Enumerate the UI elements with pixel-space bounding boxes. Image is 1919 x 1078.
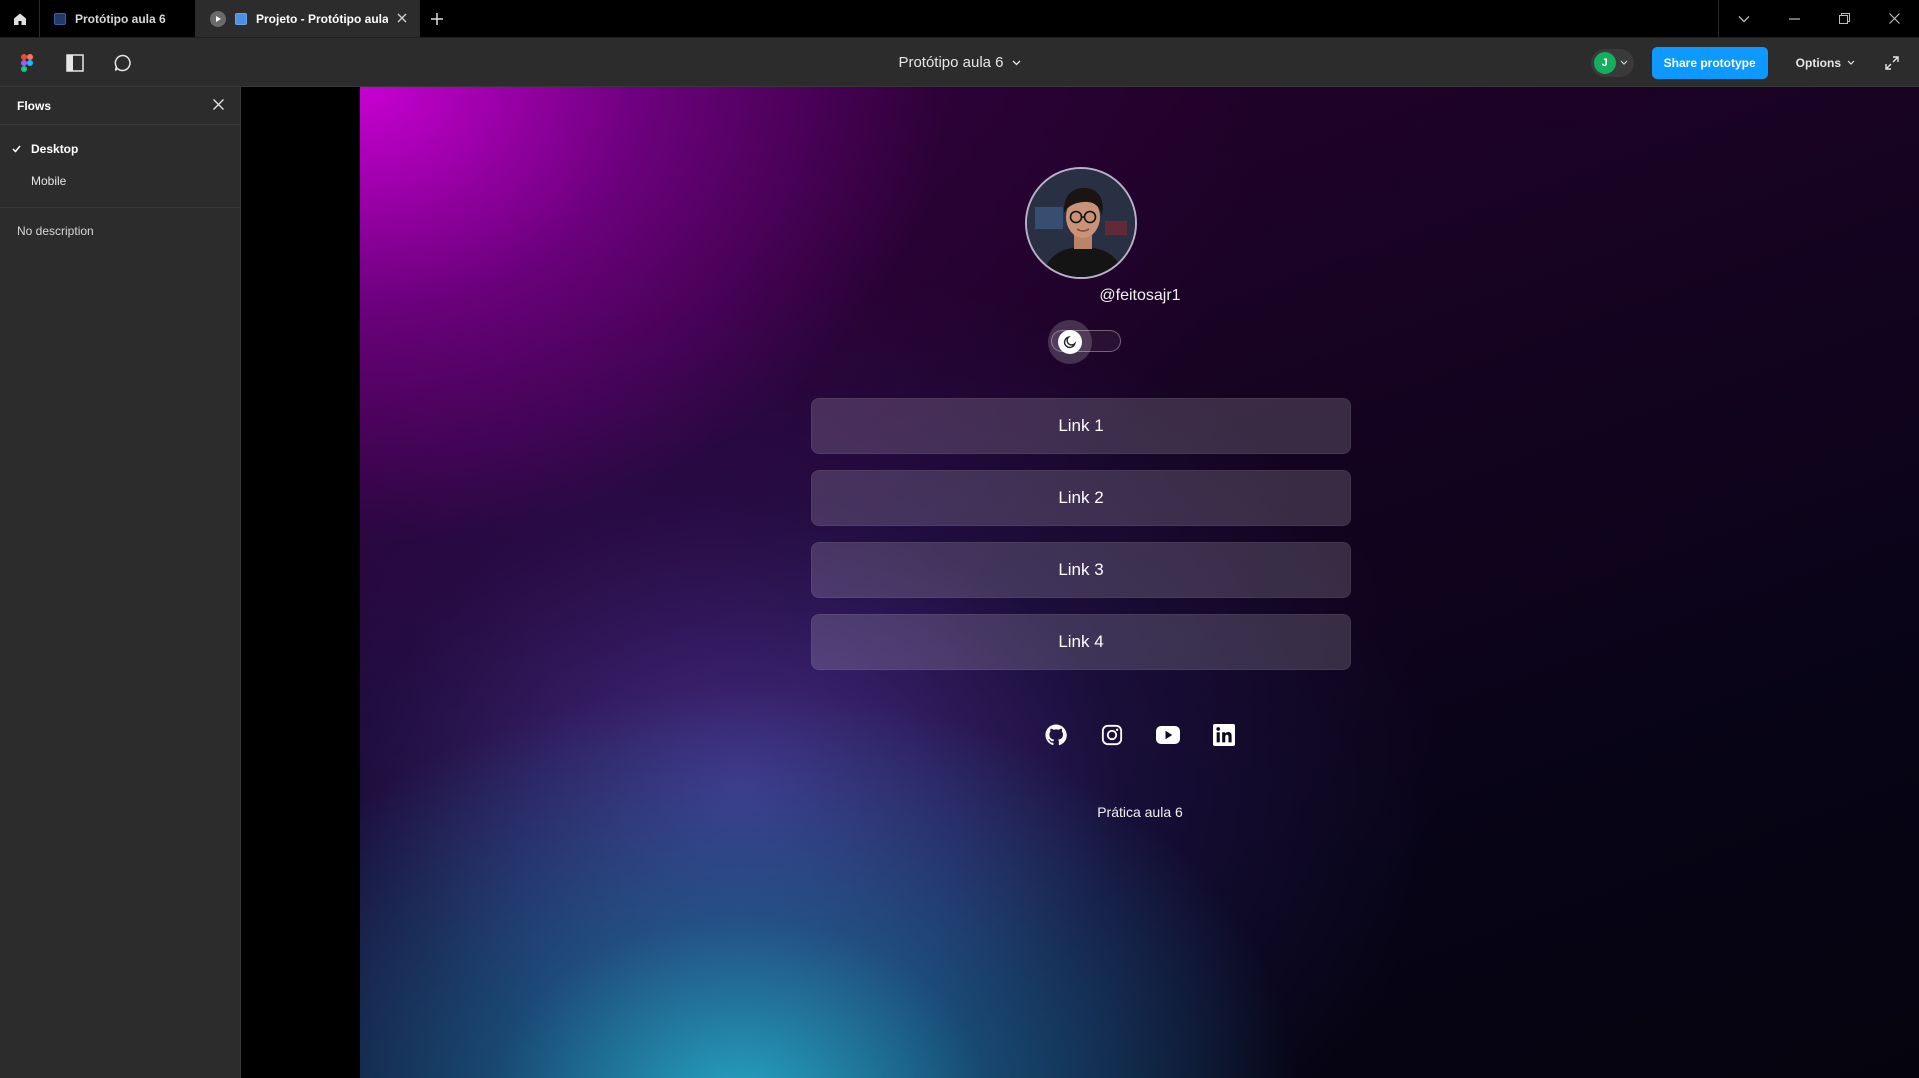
- github-icon[interactable]: [1044, 723, 1068, 747]
- comment-icon: [114, 54, 131, 71]
- tab-label: Protótipo aula 6: [75, 11, 166, 26]
- figma-logo-icon: [21, 53, 33, 72]
- links-list: Link 1 Link 2 Link 3 Link 4: [811, 398, 1351, 686]
- sidebar-panel-icon: [66, 53, 84, 72]
- theme-toggle[interactable]: [1048, 320, 1121, 364]
- minimize-button[interactable]: [1769, 0, 1819, 37]
- new-tab-button[interactable]: [420, 0, 454, 37]
- link-page: @feitosajr1 Link 1 Link 2 Link 3 Link 4: [360, 87, 1919, 1078]
- moon-icon: [1063, 335, 1077, 349]
- flow-description: No description: [17, 224, 94, 238]
- tab-projeto-prototipo[interactable]: Projeto - Protótipo aula 6: [196, 0, 420, 37]
- toggle-sidebar-button[interactable]: [62, 50, 88, 76]
- toolbar-left-group: [14, 38, 136, 87]
- window-controls: [1718, 0, 1919, 37]
- link-button-2[interactable]: Link 2: [811, 470, 1351, 526]
- close-flows-button[interactable]: [213, 97, 224, 115]
- flow-item-desktop[interactable]: Desktop: [0, 133, 240, 165]
- tab-list-button[interactable]: [1719, 0, 1769, 37]
- flows-list: Desktop Mobile: [0, 125, 240, 208]
- link-button-4[interactable]: Link 4: [811, 614, 1351, 670]
- fullscreen-button[interactable]: [1879, 50, 1905, 76]
- checkmark-icon: [12, 145, 31, 153]
- options-label: Options: [1795, 55, 1841, 70]
- figma-file-icon: [235, 12, 247, 25]
- social-links: [360, 723, 1919, 747]
- profile-handle: @feitosajr1: [1099, 287, 1181, 304]
- profile-photo: [1025, 167, 1137, 279]
- flows-sidebar: Flows Desktop Mobile No description: [0, 87, 241, 1078]
- flow-item-mobile[interactable]: Mobile: [0, 165, 240, 197]
- prototype-frame: @feitosajr1 Link 1 Link 2 Link 3 Link 4: [360, 87, 1919, 1078]
- browser-tab-bar: Protótipo aula 6 Projeto - Protótipo aul…: [0, 0, 1919, 38]
- tabbar-spacer: [454, 0, 1718, 37]
- flows-title: Flows: [17, 98, 52, 113]
- restore-icon: [1838, 13, 1850, 24]
- close-icon: [397, 13, 407, 22]
- chevron-down-icon[interactable]: [1012, 60, 1021, 66]
- figma-file-icon: [54, 12, 66, 25]
- home-button[interactable]: [0, 0, 40, 37]
- avatar: J: [1593, 51, 1616, 74]
- prototype-play-icon: [210, 10, 226, 27]
- chevron-down-icon: [1620, 60, 1628, 65]
- figma-menu-button[interactable]: [14, 50, 40, 76]
- user-menu[interactable]: J: [1590, 48, 1634, 77]
- flow-label: Mobile: [31, 174, 67, 188]
- link-button-3[interactable]: Link 3: [811, 542, 1351, 598]
- toolbar-right-group: J Share prototype Options: [1590, 38, 1905, 87]
- share-prototype-button[interactable]: Share prototype: [1651, 46, 1768, 79]
- comments-button[interactable]: [110, 50, 136, 76]
- instagram-icon[interactable]: [1100, 723, 1124, 747]
- footer-text: Prática aula 6: [1097, 804, 1183, 820]
- expand-icon: [1885, 55, 1899, 70]
- plus-icon: [431, 12, 443, 25]
- linkedin-icon[interactable]: [1212, 723, 1236, 747]
- youtube-icon[interactable]: [1156, 723, 1180, 747]
- close-icon: [1888, 13, 1900, 24]
- prototype-toolbar: Protótipo aula 6 J Share prototype Optio…: [0, 38, 1919, 87]
- close-tab-button[interactable]: [397, 12, 407, 26]
- chevron-down-icon: [1847, 60, 1855, 65]
- link-button-1[interactable]: Link 1: [811, 398, 1351, 454]
- close-window-button[interactable]: [1869, 0, 1919, 37]
- options-menu-button[interactable]: Options: [1780, 56, 1867, 70]
- flow-label: Desktop: [31, 142, 79, 156]
- document-title[interactable]: Protótipo aula 6: [898, 54, 1003, 71]
- flows-header: Flows: [0, 87, 240, 125]
- chevron-down-icon: [1738, 15, 1750, 22]
- minimize-icon: [1788, 17, 1800, 20]
- home-icon: [13, 13, 26, 25]
- tab-label: Projeto - Protótipo aula 6: [256, 11, 388, 26]
- restore-button[interactable]: [1819, 0, 1869, 37]
- tab-prototipo-aula-6[interactable]: Protótipo aula 6: [40, 0, 196, 37]
- close-icon: [213, 98, 224, 110]
- prototype-stage: @feitosajr1 Link 1 Link 2 Link 3 Link 4: [241, 87, 1919, 1078]
- toggle-knob: [1058, 330, 1082, 354]
